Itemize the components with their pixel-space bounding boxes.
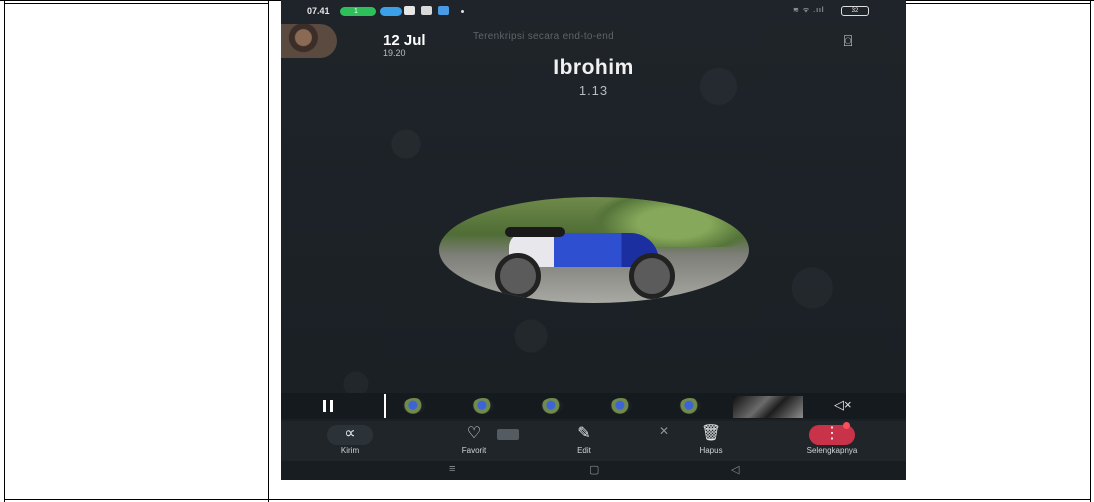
video-motorcycle-seat xyxy=(505,227,565,237)
notification-pill-icon xyxy=(380,7,402,16)
video-timeline[interactable]: ◁× xyxy=(281,393,906,419)
video-rear-wheel xyxy=(495,253,541,299)
battery-icon: 32 xyxy=(841,6,869,16)
table-border-right xyxy=(1090,0,1091,502)
bag-icon xyxy=(421,6,432,15)
send-button[interactable]: ∝ Kirim xyxy=(305,421,395,461)
android-nav-bar: ≡ ▢ ◁ xyxy=(281,461,906,480)
mail-icon xyxy=(404,6,415,15)
status-bar: 07.41 1 ≋ ᯤ .ııl 32 xyxy=(281,0,906,22)
encryption-note: Terenkripsi secara end-to-end xyxy=(473,31,614,42)
messenger-icon xyxy=(438,6,449,15)
timeline-thumbnail[interactable] xyxy=(403,398,425,414)
edit-button[interactable]: ✎ Edit xyxy=(539,421,629,461)
delete-button[interactable]: 🗑 Hapus xyxy=(666,421,756,461)
home-icon[interactable]: ▢ xyxy=(589,463,599,476)
media-action-bar: ✕ ∝ Kirim ♡ Favorit ✎ Edit 🗑 Hapus ⋮ Sel… xyxy=(281,421,906,461)
recent-apps-icon[interactable]: ≡ xyxy=(449,463,455,475)
favorite-button[interactable]: ♡ Favorit xyxy=(429,421,519,461)
header-date: 12 Jul xyxy=(383,32,426,49)
table-row-divider-left xyxy=(4,3,268,4)
phone-screenshot: 07.41 1 ≋ ᯤ .ııl 32 12 Jul 19.20 Terenkr… xyxy=(281,0,906,480)
video-note-preview[interactable] xyxy=(439,197,749,303)
edit-label: Edit xyxy=(577,446,591,455)
trash-icon: 🗑 xyxy=(700,425,722,442)
table-column-divider xyxy=(268,0,269,502)
status-time: 07.41 xyxy=(307,6,330,16)
share-icon: ∝ xyxy=(327,425,373,445)
pause-icon[interactable] xyxy=(321,400,335,412)
timeline-thumbnail[interactable] xyxy=(541,398,563,414)
video-front-wheel xyxy=(629,253,675,299)
record-indicator-dot xyxy=(843,422,850,429)
favorite-label: Favorit xyxy=(461,446,487,455)
more-button[interactable]: ⋮ Selengkapnya xyxy=(787,421,877,461)
more-label: Selengkapnya xyxy=(806,446,858,455)
back-icon[interactable]: ◁ xyxy=(731,463,739,476)
avatar[interactable] xyxy=(281,24,337,58)
timeline-thumbnail-last[interactable] xyxy=(733,396,803,418)
pencil-icon: ✎ xyxy=(577,425,591,442)
scrubber-handle[interactable] xyxy=(384,394,386,418)
timeline-thumbnail[interactable] xyxy=(472,398,494,414)
speaker-mute-icon[interactable]: ◁× xyxy=(834,397,852,413)
camera-switch-icon[interactable]: ⌼ xyxy=(837,32,859,52)
table-border-bottom xyxy=(4,499,1091,500)
table-border-left xyxy=(4,0,5,502)
delete-label: Hapus xyxy=(699,446,723,455)
timeline-thumbnail[interactable] xyxy=(679,398,701,414)
call-duration: 1.13 xyxy=(578,83,609,98)
more-notifications-dot xyxy=(461,10,464,13)
heart-icon: ♡ xyxy=(466,425,482,442)
timeline-thumbnail[interactable] xyxy=(610,398,632,414)
send-label: Kirim xyxy=(340,446,360,455)
contact-name: Ibrohim xyxy=(553,56,634,79)
call-pill-icon: 1 xyxy=(340,7,376,16)
call-pill-count: 1 xyxy=(354,8,358,15)
signal-icons: ≋ ᯤ .ııl xyxy=(793,7,825,14)
